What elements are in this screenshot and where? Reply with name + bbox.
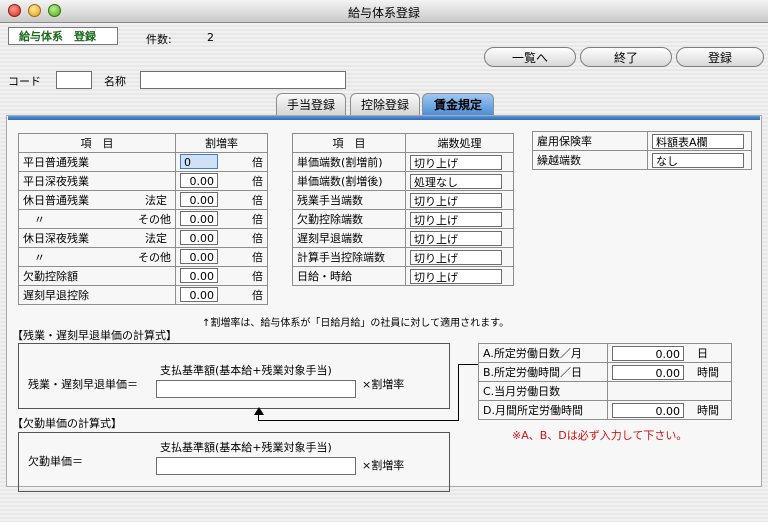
arrow-up-icon	[254, 407, 264, 415]
rounding-select[interactable]: 切り上げ	[410, 268, 502, 284]
tab-deduction[interactable]: 控除登録	[350, 93, 420, 115]
count-label: 件数:	[146, 33, 172, 46]
rounding-select[interactable]: 切り上げ	[410, 230, 502, 246]
panel-accent-bar	[8, 116, 760, 120]
table-row: 残業手当端数 切り上げ	[292, 190, 514, 210]
rate-input[interactable]: 0.00	[180, 230, 218, 245]
table-row: 単価端数(割増前) 切り上げ	[292, 152, 514, 172]
rate-input[interactable]: 0.00	[180, 249, 218, 264]
rate-row-label: 〃その他	[18, 247, 176, 267]
connector-line	[258, 420, 458, 421]
employment-insurance-select[interactable]: 料額表A欄	[652, 133, 744, 149]
rates-header-item: 項 目	[18, 133, 176, 153]
unit-label: 倍	[252, 194, 263, 207]
formula-absence-title: 【欠勤単価の計算式】	[12, 417, 122, 430]
close-button[interactable]: 終了	[580, 47, 672, 67]
rate-input[interactable]: 0.00	[180, 268, 218, 283]
table-row: 欠勤控除端数 切り上げ	[292, 209, 514, 229]
table-row: 休日深夜残業 法定 0.00 倍	[18, 228, 268, 248]
table-row: 遅刻早退控除 0.00 倍	[18, 285, 268, 305]
rate-note: ↑割増率は、給与体系が「日給月給」の社員に対して適用されます。	[202, 318, 510, 329]
rounding-header-value: 端数処理	[405, 133, 514, 153]
rate-row-label: 〃その他	[18, 209, 176, 229]
connector-line	[458, 364, 478, 365]
formula-overtime-numerator: 支払基準額(基本給+残業対象手当)	[160, 364, 332, 377]
table-row: 〃その他 0.00 倍	[18, 247, 268, 267]
tab-wage-rules[interactable]: 賃金規定	[422, 93, 494, 115]
name-input[interactable]	[140, 71, 346, 89]
rate-input[interactable]: 0	[180, 154, 218, 169]
unit-label: 倍	[252, 251, 263, 264]
table-row: 遅刻早退端数 切り上げ	[292, 228, 514, 248]
unit-label: 倍	[252, 232, 263, 245]
table-row: 繰越端数 なし	[532, 150, 752, 170]
rounding-header-item: 項 目	[292, 133, 406, 153]
table-row: C.当月労働日数	[478, 381, 732, 401]
rounding-table: 項 目 端数処理 単価端数(割増前) 切り上げ 単価端数(割増後) 処理なし 残業手…	[292, 133, 514, 286]
connector-line	[458, 364, 459, 421]
rate-row-label: 平日深夜残業	[18, 171, 176, 191]
formula-overtime-title: 【残業・遅刻早退単価の計算式】	[12, 329, 177, 342]
work-hours-input[interactable]: 0.00	[612, 364, 684, 380]
rate-row-label: 欠勤控除額	[18, 266, 176, 286]
name-label: 名称	[104, 75, 126, 88]
rounding-select[interactable]: 切り上げ	[410, 211, 502, 227]
table-row: 日給・時給 切り上げ	[292, 266, 514, 286]
table-row: 平日普通残業 0 倍	[18, 152, 268, 172]
table-row: 〃その他 0.00 倍	[18, 209, 268, 229]
rounding-select[interactable]: 切り上げ	[410, 249, 502, 265]
table-row: D.月間所定労働時間 0.00 時間	[478, 400, 732, 420]
formula-absence-label: 欠勤単価＝	[28, 455, 83, 468]
unit-label: 倍	[252, 270, 263, 283]
rate-input[interactable]: 0.00	[180, 211, 218, 226]
rate-row-label: 平日普通残業	[18, 152, 176, 172]
rate-input[interactable]: 0.00	[180, 287, 218, 302]
mode-indicator: 給与体系 登録	[8, 27, 118, 45]
carryover-select[interactable]: なし	[652, 152, 744, 168]
unit-label: 倍	[252, 156, 263, 169]
tab-allowance[interactable]: 手当登録	[276, 93, 346, 115]
formula-absence-multiplier: ×割増率	[362, 459, 405, 472]
table-row: A.所定労働日数／月 0.00 日	[478, 343, 732, 363]
rounding-select[interactable]: 切り上げ	[410, 192, 502, 208]
work-days-table: A.所定労働日数／月 0.00 日 B.所定労働時間／日 0.00 時間 C.当…	[478, 343, 732, 420]
rate-row-label: 休日深夜残業 法定	[18, 228, 176, 248]
rate-input[interactable]: 0.00	[180, 192, 218, 207]
formula-absence-denominator-field[interactable]	[156, 457, 356, 475]
unit-label: 倍	[252, 289, 263, 302]
monthly-hours-input[interactable]: 0.00	[612, 402, 684, 418]
table-row: 単価端数(割増後) 処理なし	[292, 171, 514, 191]
code-input[interactable]	[56, 71, 92, 89]
table-row: 雇用保険率 料額表A欄	[532, 131, 752, 151]
rounding-select[interactable]: 切り上げ	[410, 154, 502, 170]
register-button[interactable]: 登録	[676, 47, 764, 67]
formula-overtime-label: 残業・遅刻早退単価＝	[28, 378, 138, 391]
insurance-table: 雇用保険率 料額表A欄 繰越端数 なし	[532, 131, 752, 170]
list-button[interactable]: 一覧へ	[484, 47, 576, 67]
rate-input[interactable]: 0.00	[180, 173, 218, 188]
window-title: 給与体系登録	[347, 6, 420, 20]
unit-label: 倍	[252, 213, 263, 226]
table-row: 平日深夜残業 0.00 倍	[18, 171, 268, 191]
table-row: B.所定労働時間／日 0.00 時間	[478, 362, 732, 382]
rates-table: 項 目 割増率 平日普通残業 0 倍 平日深夜残業 0.00 倍 休日普通残業 法定 …	[18, 133, 268, 305]
count-value: 2	[207, 31, 214, 44]
work-table-note: ※A、B、Dは必ず入力して下さい。	[512, 429, 688, 442]
code-label: コード	[8, 75, 41, 88]
rate-row-label: 遅刻早退控除	[18, 285, 176, 305]
unit-label: 倍	[252, 175, 263, 188]
table-row: 欠勤控除額 0.00 倍	[18, 266, 268, 286]
window: 給与体系登録 給与体系 登録 件数: 2 一覧へ 終了 登録 コード 名称 手当…	[0, 0, 768, 522]
work-days-input[interactable]: 0.00	[612, 345, 684, 361]
formula-overtime-denominator-field[interactable]	[156, 380, 356, 398]
rates-header-rate: 割増率	[175, 133, 268, 153]
table-row: 計算手当控除端数 切り上げ	[292, 247, 514, 267]
rounding-select[interactable]: 処理なし	[410, 173, 502, 189]
formula-overtime-multiplier: ×割増率	[362, 378, 405, 391]
table-row: 休日普通残業 法定 0.00 倍	[18, 190, 268, 210]
rate-row-label: 休日普通残業 法定	[18, 190, 176, 210]
title-bar: 給与体系登録	[0, 0, 768, 23]
content-area: 給与体系 登録 件数: 2 一覧へ 終了 登録 コード 名称 手当登録 控除登録…	[0, 23, 768, 522]
formula-absence-numerator: 支払基準額(基本給+残業対象手当)	[160, 441, 332, 454]
